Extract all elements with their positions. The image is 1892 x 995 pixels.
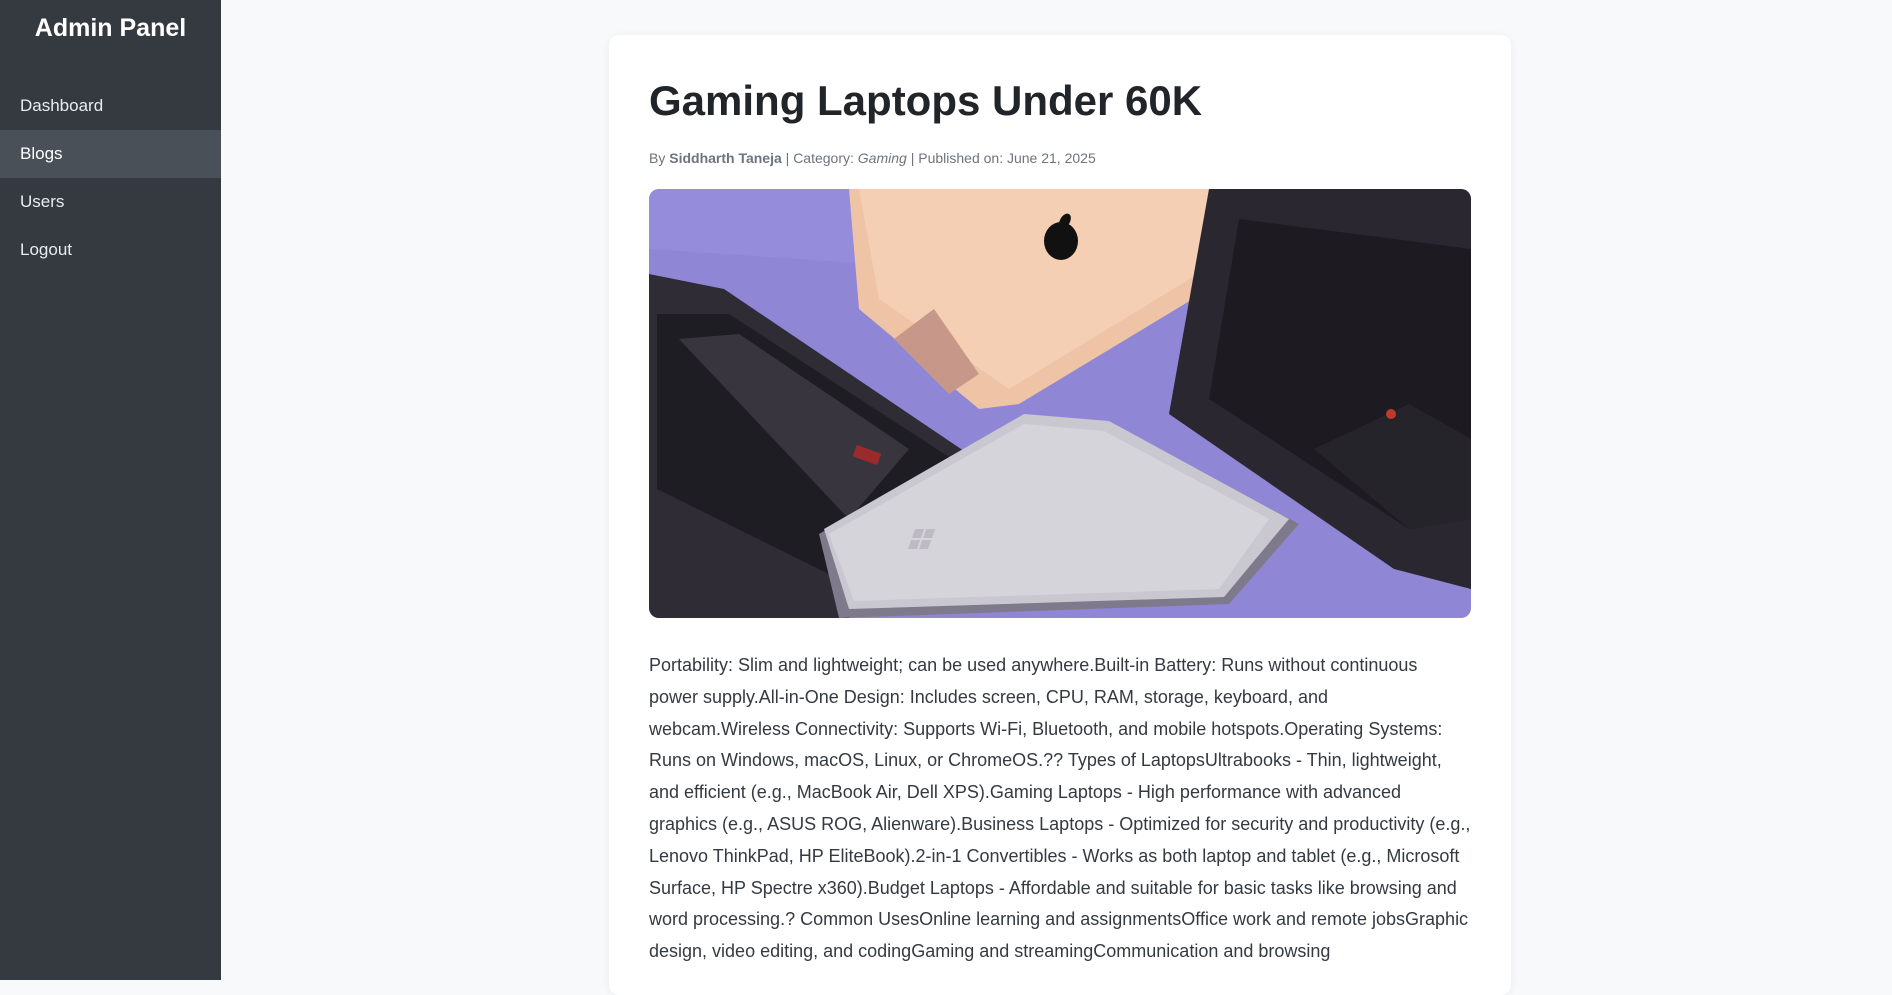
category-prefix: | Category:	[785, 150, 854, 166]
published-prefix: | Published on:	[910, 150, 1004, 166]
post-category: Gaming	[857, 150, 907, 166]
post-meta: By Siddharth Taneja | Category: Gaming |…	[649, 149, 1471, 167]
blog-post-card: Gaming Laptops Under 60K By Siddharth Ta…	[609, 35, 1511, 995]
by-prefix: By	[649, 150, 666, 166]
sidebar-item-users[interactable]: Users	[0, 178, 221, 226]
sidebar-brand: Admin Panel	[34, 14, 187, 42]
sidebar-item-dashboard[interactable]: Dashboard	[0, 82, 221, 130]
post-date: June 21, 2025	[1006, 150, 1096, 166]
sidebar-item-blogs[interactable]: Blogs	[0, 130, 221, 178]
sidebar-item-logout[interactable]: Logout	[0, 226, 221, 274]
post-title: Gaming Laptops Under 60K	[649, 77, 1203, 124]
sidebar: Admin Panel Dashboard Blogs Users Logout	[0, 0, 221, 980]
post-hero-image	[649, 189, 1471, 618]
post-body: Portability: Slim and lightweight; can b…	[649, 655, 1471, 962]
main-content: Gaming Laptops Under 60K By Siddharth Ta…	[221, 0, 1892, 995]
post-author: Siddharth Taneja	[669, 150, 782, 166]
